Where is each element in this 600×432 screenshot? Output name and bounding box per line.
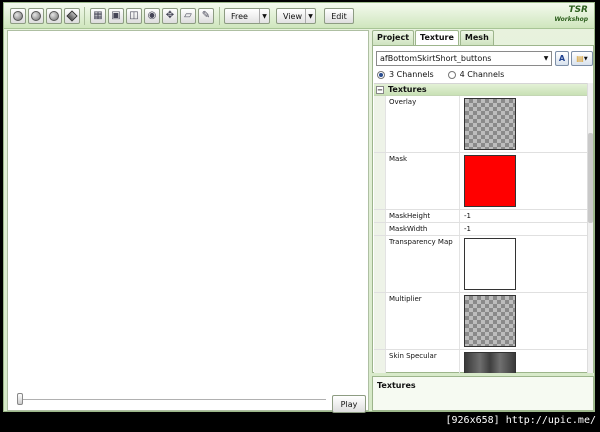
timeline-handle[interactable] [17, 393, 23, 405]
main-toolbar: ▦ ▣ ◫ ◉ ✥ ▱ ✎ Free ▼ View ▼ Edit TSR Wor… [4, 3, 594, 29]
row-gutter [374, 293, 386, 349]
photo-icon[interactable]: ▣ [108, 8, 124, 24]
texture-preview-cell[interactable] [460, 96, 591, 152]
row-gutter [374, 153, 386, 209]
edit-button[interactable]: Edit [324, 8, 354, 24]
texture-preview[interactable] [464, 352, 516, 373]
texture-preview[interactable] [464, 295, 516, 347]
tsr-workshop-logo: TSR Workshop [554, 6, 588, 26]
sphere-shaded-icon[interactable] [46, 8, 62, 24]
chevron-down-icon: ▼ [583, 55, 588, 62]
row-gutter [374, 223, 386, 235]
property-row[interactable]: MaskWidth -1 [374, 223, 591, 236]
disc-icon[interactable]: ◉ [144, 8, 160, 24]
property-row[interactable]: Overlay [374, 96, 591, 153]
texture-tab-content: afBottomSkirtShort_buttons ▼ A ▤ ▼ 3 Chan… [372, 45, 594, 373]
brush-icon[interactable]: ✎ [198, 8, 214, 24]
texture-preview[interactable] [464, 238, 516, 290]
channel-options: 3 Channels 4 Channels [377, 70, 518, 79]
3d-viewport[interactable]: Play [7, 30, 369, 413]
description-title: Textures [377, 381, 416, 390]
texture-preset-value: afBottomSkirtShort_buttons [380, 54, 492, 63]
section-title: Textures [388, 85, 427, 94]
cube-view-icon[interactable] [64, 8, 80, 24]
panel-tabs: Project Texture Mesh [372, 30, 495, 46]
row-gutter [374, 96, 386, 152]
radio-4-channels-label: 4 Channels [459, 70, 505, 79]
collapse-icon[interactable]: − [376, 85, 384, 94]
texture-preview-cell[interactable] [460, 236, 591, 292]
section-header-textures[interactable]: − Textures [374, 84, 591, 96]
property-name: MaskWidth [386, 223, 460, 235]
texture-preview-cell[interactable] [460, 293, 591, 349]
texture-preview-cell[interactable] [460, 153, 591, 209]
property-name: Overlay [386, 96, 460, 152]
row-gutter [374, 210, 386, 222]
properties-panel: Project Texture Mesh afBottomSkirtShort_… [372, 30, 594, 411]
property-row[interactable]: Transparency Map [374, 236, 591, 293]
toolbar-divider [219, 7, 220, 25]
logo-line-2: Workshop [554, 16, 588, 23]
tab-project[interactable]: Project [372, 30, 415, 45]
property-row[interactable]: Mask [374, 153, 591, 210]
font-a-button[interactable]: A [555, 51, 569, 66]
scrollbar-thumb[interactable] [588, 133, 593, 223]
property-grid: − Textures Overlay Mask MaskHeight -1 MaskWi… [374, 83, 591, 373]
row-gutter [374, 350, 386, 373]
radio-3-channels-label: 3 Channels [389, 70, 434, 79]
export-menu-button[interactable]: ▤ ▼ [571, 51, 593, 66]
mode-dropdown[interactable]: Free ▼ [224, 8, 270, 24]
view-dropdown-label: View [283, 11, 302, 21]
texture-preset-select[interactable]: afBottomSkirtShort_buttons ▼ [376, 51, 552, 66]
texture-preview[interactable] [464, 98, 516, 150]
property-row[interactable]: Skin Specular [374, 350, 591, 373]
property-row[interactable]: MaskHeight -1 [374, 210, 591, 223]
texture-preview-cell[interactable] [460, 350, 591, 373]
radio-3-channels[interactable] [377, 70, 385, 79]
radio-4-channels[interactable] [447, 70, 456, 79]
property-grid-scrollbar[interactable] [587, 83, 593, 373]
property-name: Transparency Map [386, 236, 460, 292]
play-button[interactable]: Play [332, 395, 366, 413]
view-dropdown[interactable]: View ▼ [276, 8, 316, 24]
property-name: Mask [386, 153, 460, 209]
tab-texture[interactable]: Texture [415, 30, 459, 46]
logo-line-1: TSR [568, 5, 588, 15]
chevron-down-icon: ▼ [543, 55, 549, 62]
toolbar-divider [84, 7, 85, 25]
sphere-view-icon[interactable] [10, 8, 26, 24]
property-name: Multiplier [386, 293, 460, 349]
grid-icon[interactable]: ▦ [90, 8, 106, 24]
property-row[interactable]: Multiplier [374, 293, 591, 350]
chevron-down-icon: ▼ [259, 9, 269, 23]
property-description-box: Textures [372, 376, 594, 411]
move-icon[interactable]: ✥ [162, 8, 178, 24]
property-name: MaskHeight [386, 210, 460, 222]
texture-preview[interactable] [464, 155, 516, 207]
animation-timeline[interactable] [18, 399, 326, 400]
sphere-solid-icon[interactable] [28, 8, 44, 24]
property-value[interactable]: -1 [460, 223, 591, 235]
mode-dropdown-label: Free [231, 11, 248, 21]
property-rows: Overlay Mask MaskHeight -1 MaskWidth -1 Transp… [374, 96, 591, 373]
export-icon: ▤ [576, 54, 584, 63]
row-gutter [374, 236, 386, 292]
property-value[interactable]: -1 [460, 210, 591, 222]
floor-icon[interactable]: ▱ [180, 8, 196, 24]
upic-watermark: [926x658] http://upic.me/ [445, 415, 596, 426]
tab-mesh[interactable]: Mesh [459, 30, 494, 45]
property-name: Skin Specular [386, 350, 460, 373]
workshop-window: ▦ ▣ ◫ ◉ ✥ ▱ ✎ Free ▼ View ▼ Edit TSR Wor… [3, 2, 595, 413]
chevron-down-icon: ▼ [305, 9, 315, 23]
light-icon[interactable]: ◫ [126, 8, 142, 24]
